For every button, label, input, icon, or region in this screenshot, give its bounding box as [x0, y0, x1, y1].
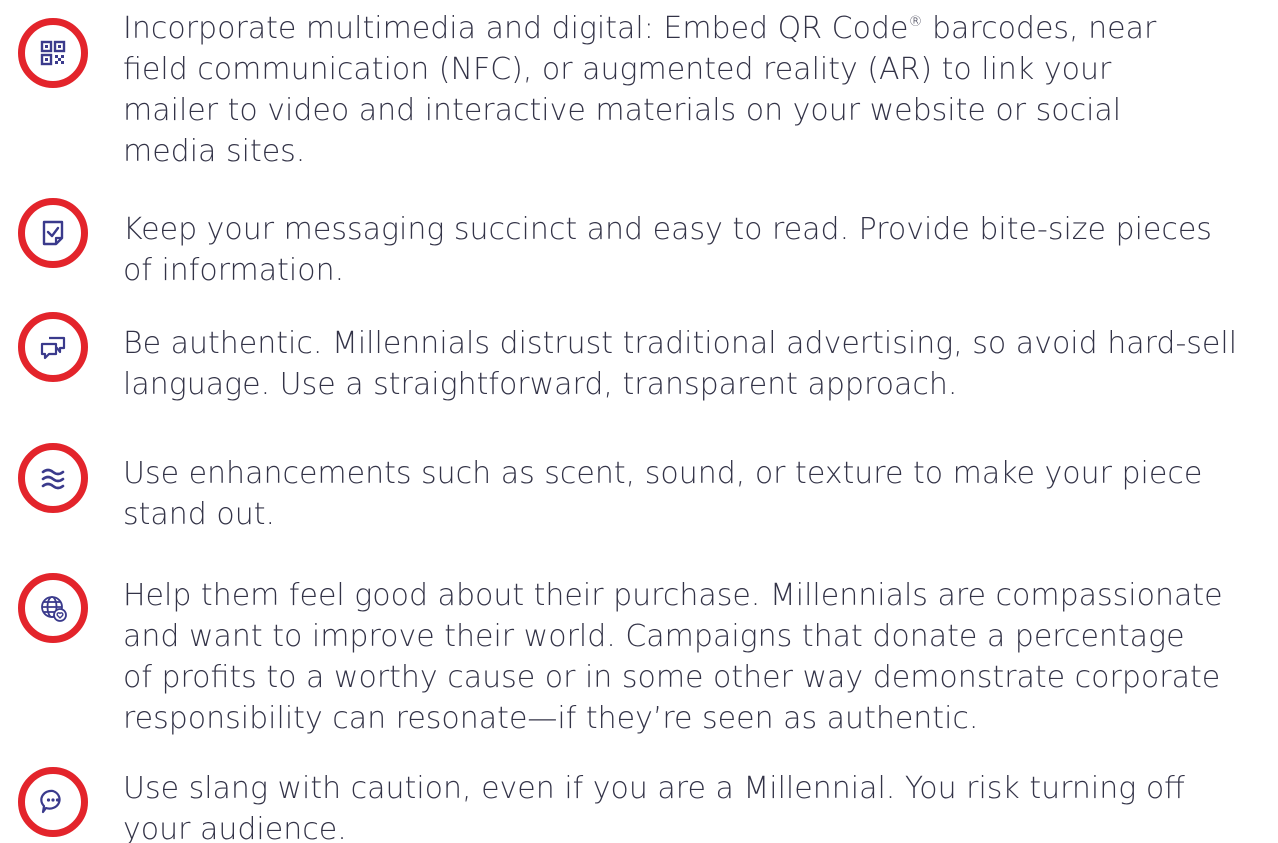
- speech-bubble-icon: [40, 789, 61, 814]
- checklist-document-icon: [42, 220, 64, 246]
- qr-code-badge: [18, 18, 88, 88]
- tip-text: Incorporate multimedia and digital: Embe…: [123, 8, 1156, 172]
- scent-waves-icon: [41, 468, 65, 490]
- tip-text: Be authentic. Millennials distrust tradi…: [123, 323, 1237, 405]
- tip-text: Keep your messaging succinct and easy to…: [123, 209, 1212, 291]
- tip-text: Use enhancements such as scent, sound, o…: [123, 453, 1202, 535]
- tip-line: Use slang with caution, even if you are …: [123, 771, 1185, 806]
- tip-line: Incorporate multimedia and digital: Embe…: [123, 11, 1157, 46]
- speech-badge: [18, 767, 88, 837]
- qr-code-icon: [40, 40, 66, 66]
- globe-badge: [18, 573, 88, 643]
- tip-line: of information.: [123, 253, 345, 288]
- tip-line: responsibility can resonate—if they’re s…: [123, 701, 979, 736]
- tip-line: Use enhancements such as scent, sound, o…: [123, 456, 1203, 491]
- tip-line: mailer to video and interactive material…: [123, 93, 1122, 128]
- tip-line: Be authentic. Millennials distrust tradi…: [123, 326, 1238, 361]
- tip-line: language. Use a straightforward, transpa…: [123, 367, 958, 402]
- chat-badge: [18, 312, 88, 382]
- tip-line: your audience.: [123, 812, 347, 843]
- chat-bubbles-icon: [40, 336, 66, 360]
- checklist-badge: [18, 198, 88, 268]
- tip-line: media sites.: [123, 134, 306, 169]
- tip-text: Help them feel good about their purchase…: [123, 575, 1223, 739]
- tip-line: stand out.: [123, 497, 276, 532]
- tip-line: field communication (NFC), or augmented …: [123, 52, 1112, 87]
- scent-badge: [18, 443, 88, 513]
- tip-line: and want to improve their world. Campaig…: [123, 619, 1185, 654]
- tip-line: Keep your messaging succinct and easy to…: [123, 212, 1212, 247]
- tip-line: of profits to a worthy cause or in some …: [123, 660, 1221, 695]
- tip-text: Use slang with caution, even if you are …: [123, 768, 1185, 843]
- tips-list: Incorporate multimedia and digital: Embe…: [0, 0, 1278, 843]
- registered-mark: ®: [908, 14, 923, 30]
- globe-heart-icon: [41, 596, 67, 622]
- tip-line: Help them feel good about their purchase…: [123, 578, 1223, 613]
